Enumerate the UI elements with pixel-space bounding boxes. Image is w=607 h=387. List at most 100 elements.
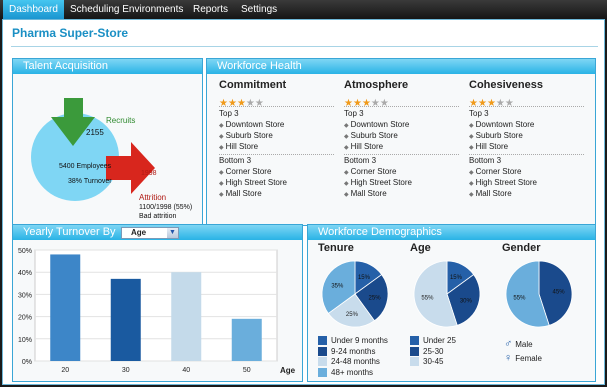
store-name: Mall Store — [350, 189, 387, 198]
top-store-item: ◆ Downtown Store — [219, 120, 284, 129]
arrow-bullet-icon: ◆ — [469, 134, 474, 140]
legend-label: Female — [515, 354, 542, 363]
legend-item: Under 25 — [410, 336, 456, 346]
pie-slice-label: 30% — [460, 299, 473, 305]
arrow-bullet-icon: ◆ — [469, 145, 474, 151]
y-tick-label: 20% — [18, 315, 32, 322]
arrow-bullet-icon: ◆ — [344, 134, 349, 140]
store-name: Hill Store — [225, 142, 259, 151]
tab-dashboard[interactable]: Dashboard — [3, 0, 64, 19]
legend-label: 30-45 — [423, 357, 444, 366]
female-icon: ♀ — [504, 352, 513, 364]
legend-item: 24-48 months — [318, 357, 380, 367]
turnover-percent: 38% Turnover — [68, 178, 112, 185]
bottom-3-label: Bottom 3 — [344, 156, 377, 165]
talent-diagram — [31, 98, 155, 201]
demographics-area: Tenure 15% 25% 25% 35% Under 9 months 9-24 mon… — [308, 240, 595, 381]
store-name: Downtown Store — [475, 120, 535, 129]
store-name: Hill Store — [475, 142, 509, 151]
legend-item: 30-45 — [410, 357, 444, 367]
legend-label: 48+ months — [331, 367, 374, 377]
top-nav: Dashboard Scheduling Environments Report… — [0, 0, 607, 19]
bottom-store-item: ◆ Mall Store — [469, 189, 512, 198]
store-name: Mall Store — [475, 189, 512, 198]
pie-slice-label: 35% — [331, 284, 344, 290]
bottom-3-label: Bottom 3 — [469, 156, 502, 165]
bar — [231, 318, 262, 361]
pie-slice-label: 55% — [513, 296, 526, 302]
bottom-store-item: ◆ Mall Store — [344, 189, 387, 198]
arrow-bullet-icon: ◆ — [469, 170, 474, 176]
health-column-title: Atmosphere — [344, 79, 409, 91]
star-filled-icon: ★ — [219, 98, 228, 109]
star-empty-icon: ★ — [254, 98, 264, 109]
demographic-pie-chart: 45% 55% — [505, 260, 573, 328]
star-empty-icon: ★ — [245, 98, 255, 109]
arrow-bullet-icon: ◆ — [344, 170, 349, 176]
tab-settings[interactable]: Settings — [241, 0, 277, 19]
store-name: Mall Store — [225, 189, 262, 198]
arrow-bullet-icon: ◆ — [219, 192, 224, 198]
store-name: High Street Store — [475, 178, 537, 187]
x-tick-label: 50 — [243, 367, 251, 374]
star-filled-icon: ★ — [236, 98, 246, 109]
talent-acquisition-panel: Talent Acquisition Recruits 2155 5400 Em… — [12, 58, 203, 226]
health-columns: Commitment ★★★★★ Top 3 ◆ Downtown Store ◆ Subu… — [207, 74, 595, 226]
legend-item: Under 9 months — [318, 336, 388, 346]
arrow-bullet-icon: ◆ — [469, 123, 474, 129]
legend-label: 24-48 months — [331, 357, 380, 366]
bottom-store-item: ◆ Corner Store — [219, 167, 271, 176]
store-name: Suburb Store — [475, 131, 523, 140]
top-store-item: ◆ Downtown Store — [344, 120, 409, 129]
star-empty-icon: ★ — [495, 98, 505, 109]
star-filled-icon: ★ — [477, 98, 487, 109]
x-axis-label: Age — [280, 366, 296, 375]
arrow-bullet-icon: ◆ — [344, 145, 349, 151]
star-empty-icon: ★ — [370, 98, 380, 109]
arrow-bullet-icon: ◆ — [219, 170, 224, 176]
legend-label: 25-30 — [423, 346, 444, 356]
legend-item: 48+ months — [318, 368, 373, 377]
arrow-bullet-icon: ◆ — [469, 181, 474, 187]
star-filled-icon: ★ — [344, 98, 353, 109]
x-tick-label: 20 — [61, 367, 69, 374]
top-store-item: ◆ Suburb Store — [219, 131, 273, 140]
star-filled-icon: ★ — [361, 98, 371, 109]
dotted-divider — [469, 106, 584, 107]
workforce-health-panel: Workforce Health Commitment ★★★★★ Top 3 ◆ Do… — [206, 58, 596, 226]
title-divider — [11, 46, 598, 47]
page-title: Pharma Super-Store — [12, 26, 129, 40]
store-name: Suburb Store — [225, 131, 273, 140]
star-filled-icon: ★ — [469, 98, 478, 109]
x-tick-label: 30 — [122, 367, 130, 374]
pie-slice-label: 25% — [346, 312, 359, 318]
turnover-bar-chart: 0% 10% 20% 30% 40% 50% 20 30 40 50 Age — [18, 248, 296, 375]
demographic-chart-title: Gender — [502, 242, 541, 254]
bottom-store-item: ◆ High Street Store — [469, 178, 537, 187]
x-tick-label: 40 — [182, 367, 190, 374]
turnover-by-select[interactable]: Age ▼ — [121, 227, 179, 239]
tab-reports[interactable]: Reports — [193, 0, 228, 19]
yearly-turnover-panel: Yearly Turnover By Age ▼ 0% 10% 20% 30% 40% 5… — [12, 224, 303, 382]
star-empty-icon: ★ — [379, 98, 389, 109]
talent-acquisition-header: Talent Acquisition — [13, 59, 202, 74]
dotted-divider — [344, 106, 459, 107]
workforce-health-header: Workforce Health — [207, 59, 595, 74]
pie-slice-label: 15% — [358, 275, 371, 281]
top-store-item: ◆ Downtown Store — [469, 120, 534, 129]
bottom-store-item: ◆ Mall Store — [219, 189, 262, 198]
dotted-divider — [219, 154, 334, 155]
turnover-by-select-value: Age — [131, 228, 147, 237]
bar — [110, 278, 141, 361]
bottom-3-label: Bottom 3 — [219, 156, 252, 165]
workforce-demographics-header: Workforce Demographics — [308, 225, 595, 240]
store-name: Suburb Store — [350, 131, 398, 140]
dotted-divider — [469, 154, 584, 155]
top-store-item: ◆ Hill Store — [469, 142, 508, 151]
bar — [171, 272, 202, 361]
demographic-chart-title: Tenure — [318, 242, 354, 254]
tab-scheduling-environments[interactable]: Scheduling Environments — [70, 0, 183, 19]
top-store-item: ◆ Hill Store — [219, 142, 258, 151]
chevron-down-icon[interactable]: ▼ — [167, 228, 178, 238]
legend-swatch — [318, 357, 327, 367]
